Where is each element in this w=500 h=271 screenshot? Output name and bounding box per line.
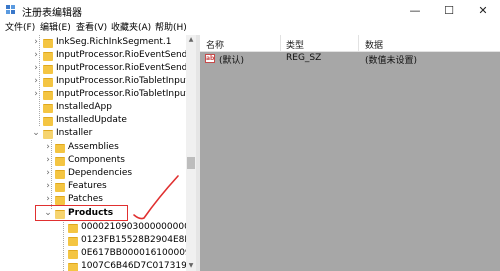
tree-node[interactable]: › InputProcessor.RioEventSender.1: [0, 62, 196, 75]
folder-icon: [43, 78, 53, 87]
menu-view[interactable]: 查看(V): [76, 22, 107, 35]
checkmark-annotation-icon: [133, 175, 179, 220]
folder-icon: [43, 117, 53, 126]
menu-favorites[interactable]: 收藏夹(A): [111, 22, 151, 35]
scrollbar-thumb[interactable]: [187, 157, 195, 169]
tree-node-label: 1007C6B46D7C017319E3B5: [81, 261, 196, 271]
folder-icon: [43, 65, 53, 74]
tree-node[interactable]: 0123FB15528B2904E8D066: [0, 234, 196, 247]
tree-node-label: Installer: [56, 128, 93, 138]
value-row[interactable]: ab (默认) REG_SZ (数值未设置): [200, 52, 500, 66]
expand-arrow-icon[interactable]: ›: [44, 154, 52, 167]
expand-arrow-icon[interactable]: ›: [44, 141, 52, 154]
column-type-header[interactable]: 类型: [286, 38, 304, 51]
string-value-icon: ab: [205, 54, 215, 63]
menu-file[interactable]: 文件(F): [5, 22, 35, 35]
folder-icon: [43, 39, 53, 48]
tree-node-label: 0123FB15528B2904E8D066: [81, 235, 196, 245]
expand-arrow-icon[interactable]: ›: [32, 88, 40, 101]
expand-arrow-icon: [32, 114, 40, 127]
tree-node-label: 0E617BB000016100009008: [81, 248, 196, 258]
tree-node[interactable]: › InputProcessor.RioEventSender: [0, 49, 196, 62]
values-pane[interactable]: 名称 类型 数据 ab (默认) REG_SZ (数值未设置): [200, 35, 500, 271]
tree-node[interactable]: › Assemblies: [0, 141, 186, 154]
folder-open-icon: [43, 130, 53, 139]
tree-node[interactable]: › Components: [0, 154, 186, 167]
tree-node-label: InkSeg.RichInkSegment.1: [56, 37, 172, 47]
folder-icon: [55, 196, 65, 205]
expand-arrow-icon: [32, 101, 40, 114]
tree-node-label: InputProcessor.RioEventSender.1: [56, 63, 196, 73]
value-type: REG_SZ: [286, 53, 322, 63]
window-title: 注册表编辑器: [22, 8, 82, 19]
registry-editor-icon: [6, 5, 15, 14]
tree-node-label: Dependencies: [68, 168, 133, 178]
column-separator[interactable]: [280, 35, 281, 51]
folder-icon: [55, 144, 65, 153]
tree-node[interactable]: › InputProcessor.RioTabletInput: [0, 75, 190, 88]
folder-icon: [43, 52, 53, 61]
tree-node[interactable]: 0E617BB000016100009008: [0, 247, 196, 260]
tree-node-installer[interactable]: ⌄ Installer: [0, 127, 186, 140]
tree-scrollbar[interactable]: [186, 35, 196, 271]
value-data: (数值未设置): [365, 56, 418, 66]
expand-arrow-icon[interactable]: ›: [32, 49, 40, 62]
expand-arrow-icon[interactable]: ›: [32, 75, 40, 88]
tree-node[interactable]: › InkSeg.RichInkSegment.1: [0, 36, 186, 49]
values-header: 名称 类型 数据: [200, 35, 500, 52]
title-bar: 注册表编辑器 — ☐ ✕: [0, 0, 500, 22]
menu-help[interactable]: 帮助(H): [155, 22, 187, 35]
tree-node-label: InputProcessor.RioTabletInput.1: [56, 89, 196, 99]
tree-node-label: InstalledApp: [56, 102, 112, 112]
scroll-up-icon[interactable]: ▲: [186, 35, 196, 45]
registry-tree[interactable]: › InkSeg.RichInkSegment.1 › InputProcess…: [0, 35, 196, 271]
expand-arrow-icon[interactable]: ›: [32, 62, 40, 75]
tree-node[interactable]: InstalledApp: [0, 101, 186, 114]
folder-icon: [68, 224, 78, 233]
collapse-arrow-icon[interactable]: ⌄: [32, 127, 40, 140]
folder-icon: [55, 157, 65, 166]
highlight-box: [35, 205, 128, 221]
folder-icon: [55, 170, 65, 179]
expand-arrow-icon[interactable]: ›: [44, 167, 52, 180]
tree-node-label: InputProcessor.RioEventSender: [56, 50, 196, 60]
folder-icon: [43, 91, 53, 100]
expand-arrow-icon[interactable]: ›: [32, 36, 40, 49]
tree-node-label: Assemblies: [68, 142, 119, 152]
tree-node-label: Components: [68, 155, 125, 165]
scroll-down-icon[interactable]: ▼: [186, 261, 196, 271]
minimize-button[interactable]: —: [398, 0, 432, 22]
close-button[interactable]: ✕: [466, 0, 500, 22]
expand-arrow-icon[interactable]: ›: [44, 180, 52, 193]
folder-icon: [68, 250, 78, 259]
maximize-button[interactable]: ☐: [432, 0, 466, 22]
folder-icon: [43, 104, 53, 113]
folder-icon: [68, 263, 78, 271]
tree-node-label: Features: [68, 181, 107, 191]
tree-node-label: InputProcessor.RioTabletInput: [56, 76, 190, 86]
value-name: (默认): [219, 56, 245, 66]
column-separator[interactable]: [358, 35, 359, 51]
folder-icon: [68, 237, 78, 246]
column-data-header[interactable]: 数据: [365, 38, 383, 51]
tree-node[interactable]: 1007C6B46D7C017319E3B5: [0, 260, 196, 271]
tree-node[interactable]: InstalledUpdate: [0, 114, 186, 127]
menu-bar: 文件(F) 编辑(E) 查看(V) 收藏夹(A) 帮助(H): [0, 22, 500, 35]
menu-edit[interactable]: 编辑(E): [40, 22, 71, 35]
tree-node[interactable]: › InputProcessor.RioTabletInput.1: [0, 88, 196, 101]
column-name-header[interactable]: 名称: [206, 38, 224, 51]
tree-node-label: InstalledUpdate: [56, 115, 127, 125]
folder-icon: [55, 183, 65, 192]
